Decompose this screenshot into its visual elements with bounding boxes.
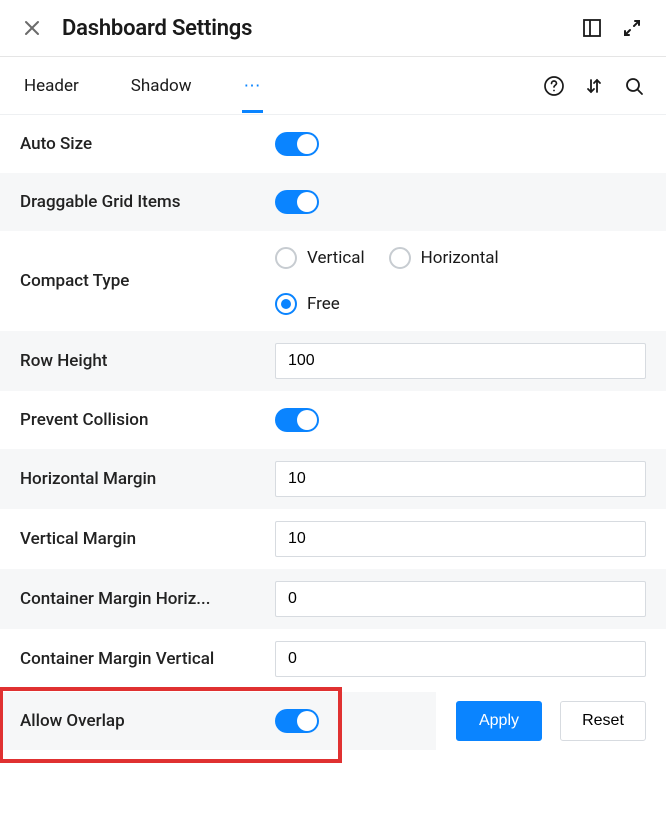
- radio-vertical[interactable]: Vertical: [275, 247, 365, 269]
- label-container-margin-h: Container Margin Horiz...: [20, 589, 275, 609]
- row-draggable-grid-items: Draggable Grid Items: [0, 173, 666, 231]
- row-horizontal-margin: Horizontal Margin: [0, 449, 666, 509]
- radio-free-label: Free: [307, 294, 340, 314]
- label-auto-size: Auto Size: [20, 134, 275, 154]
- help-icon[interactable]: [542, 74, 566, 98]
- radio-horizontal-label: Horizontal: [421, 248, 499, 268]
- input-horizontal-margin[interactable]: [275, 461, 646, 497]
- label-draggable: Draggable Grid Items: [20, 192, 275, 212]
- apply-button[interactable]: Apply: [456, 701, 542, 741]
- tab-shadow[interactable]: Shadow: [127, 60, 196, 112]
- row-auto-size: Auto Size: [0, 115, 666, 173]
- row-container-margin-vertical: Container Margin Vertical: [0, 629, 666, 689]
- tab-header[interactable]: Header: [20, 60, 83, 112]
- tab-overflow[interactable]: ⋯: [240, 60, 265, 112]
- label-compact-type: Compact Type: [20, 271, 275, 291]
- radio-horizontal[interactable]: Horizontal: [389, 247, 499, 269]
- panel-title: Dashboard Settings: [62, 16, 566, 41]
- label-allow-overlap: Allow Overlap: [20, 711, 275, 731]
- input-container-margin-v[interactable]: [275, 641, 646, 677]
- toggle-prevent-collision[interactable]: [275, 408, 319, 432]
- label-row-height: Row Height: [20, 351, 275, 371]
- reset-button[interactable]: Reset: [560, 701, 646, 741]
- close-icon[interactable]: [20, 16, 44, 40]
- settings-list: Auto Size Draggable Grid Items Compact T…: [0, 115, 666, 753]
- toggle-allow-overlap[interactable]: [275, 709, 319, 733]
- radio-vertical-label: Vertical: [307, 248, 365, 268]
- input-row-height[interactable]: [275, 343, 646, 379]
- label-container-margin-v: Container Margin Vertical: [20, 649, 275, 669]
- expand-icon[interactable]: [618, 14, 646, 42]
- layout-icon[interactable]: [578, 14, 606, 42]
- row-row-height: Row Height: [0, 331, 666, 391]
- row-container-margin-horizontal: Container Margin Horiz...: [0, 569, 666, 629]
- row-prevent-collision: Prevent Collision: [0, 391, 666, 449]
- footer-actions: Apply Reset: [436, 689, 666, 753]
- row-compact-type: Compact Type Vertical Horizontal Free: [0, 231, 666, 331]
- label-prevent-collision: Prevent Collision: [20, 410, 275, 430]
- row-allow-overlap: Allow Overlap: [0, 692, 436, 750]
- tabs-bar: Header Shadow ⋯: [0, 57, 666, 115]
- label-vertical-margin: Vertical Margin: [20, 529, 275, 549]
- input-container-margin-h[interactable]: [275, 581, 646, 617]
- toggle-auto-size[interactable]: [275, 132, 319, 156]
- search-icon[interactable]: [622, 74, 646, 98]
- toggle-draggable[interactable]: [275, 190, 319, 214]
- settings-panel: Dashboard Settings Header Shadow ⋯: [0, 0, 666, 753]
- label-horizontal-margin: Horizontal Margin: [20, 469, 275, 489]
- row-vertical-margin: Vertical Margin: [0, 509, 666, 569]
- sort-icon[interactable]: [582, 74, 606, 98]
- panel-header: Dashboard Settings: [0, 0, 666, 57]
- radio-free[interactable]: Free: [275, 293, 646, 315]
- input-vertical-margin[interactable]: [275, 521, 646, 557]
